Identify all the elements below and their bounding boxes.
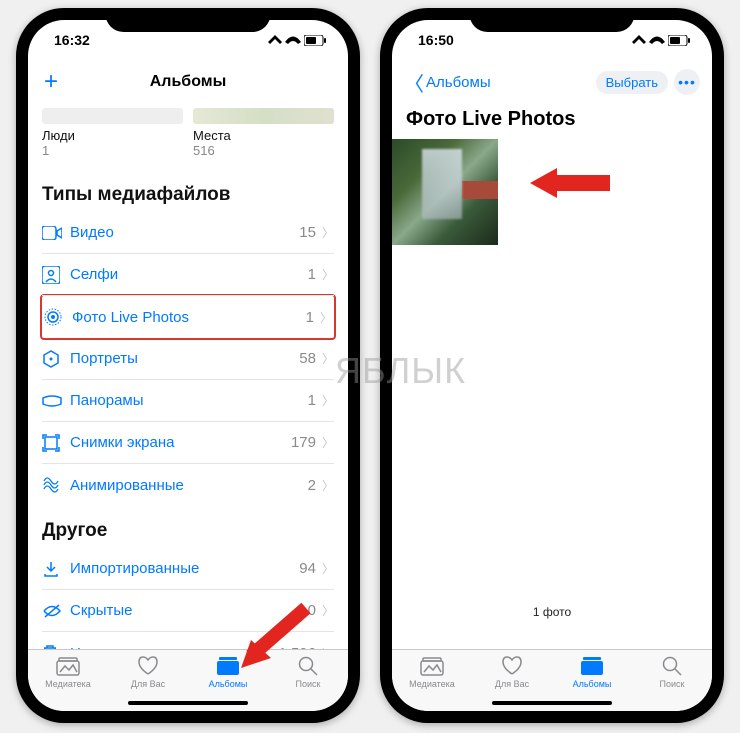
- library-icon: [419, 655, 445, 677]
- row-video[interactable]: Видео 15 〉: [42, 212, 334, 254]
- row-count: 1: [308, 392, 316, 409]
- chevron-right-icon: 〉: [322, 645, 334, 650]
- album-count: 1: [42, 143, 183, 158]
- row-portraits[interactable]: Портреты 58 〉: [42, 338, 334, 380]
- row-count: 94: [299, 560, 316, 577]
- row-label: Видео: [70, 224, 299, 241]
- row-label: Фото Live Photos: [72, 309, 306, 326]
- highlighted-row: Фото Live Photos 1 〉: [40, 294, 336, 340]
- row-count: 1: [306, 309, 314, 326]
- row-label: Снимки экрана: [70, 434, 291, 451]
- album-title: Фото Live Photos: [392, 104, 712, 139]
- notch: [106, 8, 271, 32]
- status-time: 16:50: [418, 32, 454, 48]
- more-button[interactable]: •••: [674, 69, 700, 95]
- tab-label: Медиатека: [409, 679, 455, 689]
- row-count: 2: [308, 477, 316, 494]
- status-icons: [632, 35, 690, 46]
- trash-icon: [42, 644, 70, 649]
- import-icon: [42, 560, 70, 578]
- album-name: Места: [193, 128, 334, 143]
- search-icon: [659, 655, 685, 677]
- portrait-icon: [42, 350, 70, 368]
- tab-label: Поиск: [660, 679, 685, 689]
- back-label: Альбомы: [426, 74, 491, 91]
- foryou-icon: [135, 655, 161, 677]
- status-icons: [268, 35, 326, 46]
- chevron-right-icon: 〉: [322, 392, 334, 409]
- chevron-right-icon: 〉: [322, 560, 334, 577]
- photo-count-footer: 1 фото: [392, 245, 712, 619]
- live-photos-icon: [44, 308, 72, 326]
- row-label: Портреты: [70, 350, 299, 367]
- tab-label: Для Вас: [495, 679, 529, 689]
- tab-search[interactable]: Поиск: [632, 655, 712, 711]
- tab-library[interactable]: Медиатека: [28, 655, 108, 711]
- row-imported[interactable]: Импортированные 94 〉: [42, 548, 334, 590]
- album-name: Люди: [42, 128, 183, 143]
- row-panoramas[interactable]: Панорамы 1 〉: [42, 380, 334, 422]
- home-indicator[interactable]: [492, 701, 612, 705]
- chevron-right-icon: 〉: [322, 602, 334, 619]
- row-label: Селфи: [70, 266, 308, 283]
- chevron-right-icon: 〉: [320, 309, 332, 326]
- row-selfie[interactable]: Селфи 1 〉: [42, 254, 334, 296]
- chevron-right-icon: 〉: [322, 350, 334, 367]
- section-header-other: Другое: [42, 506, 334, 548]
- home-indicator[interactable]: [128, 701, 248, 705]
- content-scroll[interactable]: Люди 1 Места 516 Типы медиафайлов Видео …: [28, 104, 348, 649]
- notch: [470, 8, 635, 32]
- album-tile-places[interactable]: Места 516: [193, 108, 334, 158]
- back-button[interactable]: 〈 Альбомы: [404, 68, 491, 97]
- add-button[interactable]: +: [40, 68, 62, 96]
- tab-label: Альбомы: [573, 679, 612, 689]
- section-header-media: Типы медиафайлов: [42, 170, 334, 212]
- animated-icon: [42, 476, 70, 494]
- arrow-annotation: [236, 598, 316, 678]
- tab-library[interactable]: Медиатека: [392, 655, 472, 711]
- tab-label: Альбомы: [209, 679, 248, 689]
- row-label: Импортированные: [70, 560, 299, 577]
- screenshot-icon: [42, 434, 70, 452]
- nav-bar: + Альбомы: [28, 60, 348, 104]
- chevron-right-icon: 〉: [322, 224, 334, 241]
- row-label: Панорамы: [70, 392, 308, 409]
- row-count: 15: [299, 224, 316, 241]
- phone-left: 16:32 + Альбомы Люди 1: [16, 8, 360, 723]
- chevron-right-icon: 〉: [322, 434, 334, 451]
- nav-bar: 〈 Альбомы Выбрать •••: [392, 60, 712, 104]
- select-button[interactable]: Выбрать: [596, 71, 668, 94]
- tab-label: Поиск: [296, 679, 321, 689]
- selfie-icon: [42, 266, 70, 284]
- status-time: 16:32: [54, 32, 90, 48]
- row-animated[interactable]: Анимированные 2 〉: [42, 464, 334, 506]
- photo-thumbnail[interactable]: [392, 139, 498, 245]
- albums-icon: [579, 655, 605, 677]
- tab-label: Для Вас: [131, 679, 165, 689]
- chevron-right-icon: 〉: [322, 266, 334, 283]
- foryou-icon: [499, 655, 525, 677]
- row-screenshots[interactable]: Снимки экрана 179 〉: [42, 422, 334, 464]
- library-icon: [55, 655, 81, 677]
- video-icon: [42, 226, 70, 240]
- chevron-left-icon: 〈: [404, 68, 424, 97]
- row-count: 179: [291, 434, 316, 451]
- panorama-icon: [42, 395, 70, 407]
- row-count: 58: [299, 350, 316, 367]
- row-live-photos[interactable]: Фото Live Photos 1 〉: [44, 296, 332, 338]
- tab-label: Медиатека: [45, 679, 91, 689]
- album-tile-people[interactable]: Люди 1: [42, 108, 183, 158]
- hidden-icon: [42, 604, 70, 618]
- row-label: Анимированные: [70, 477, 308, 494]
- chevron-right-icon: 〉: [322, 477, 334, 494]
- nav-title: Альбомы: [150, 73, 227, 91]
- row-count: 1: [308, 266, 316, 283]
- watermark: ЯБЛЫК: [335, 350, 466, 392]
- album-count: 516: [193, 143, 334, 158]
- arrow-annotation: [525, 163, 615, 203]
